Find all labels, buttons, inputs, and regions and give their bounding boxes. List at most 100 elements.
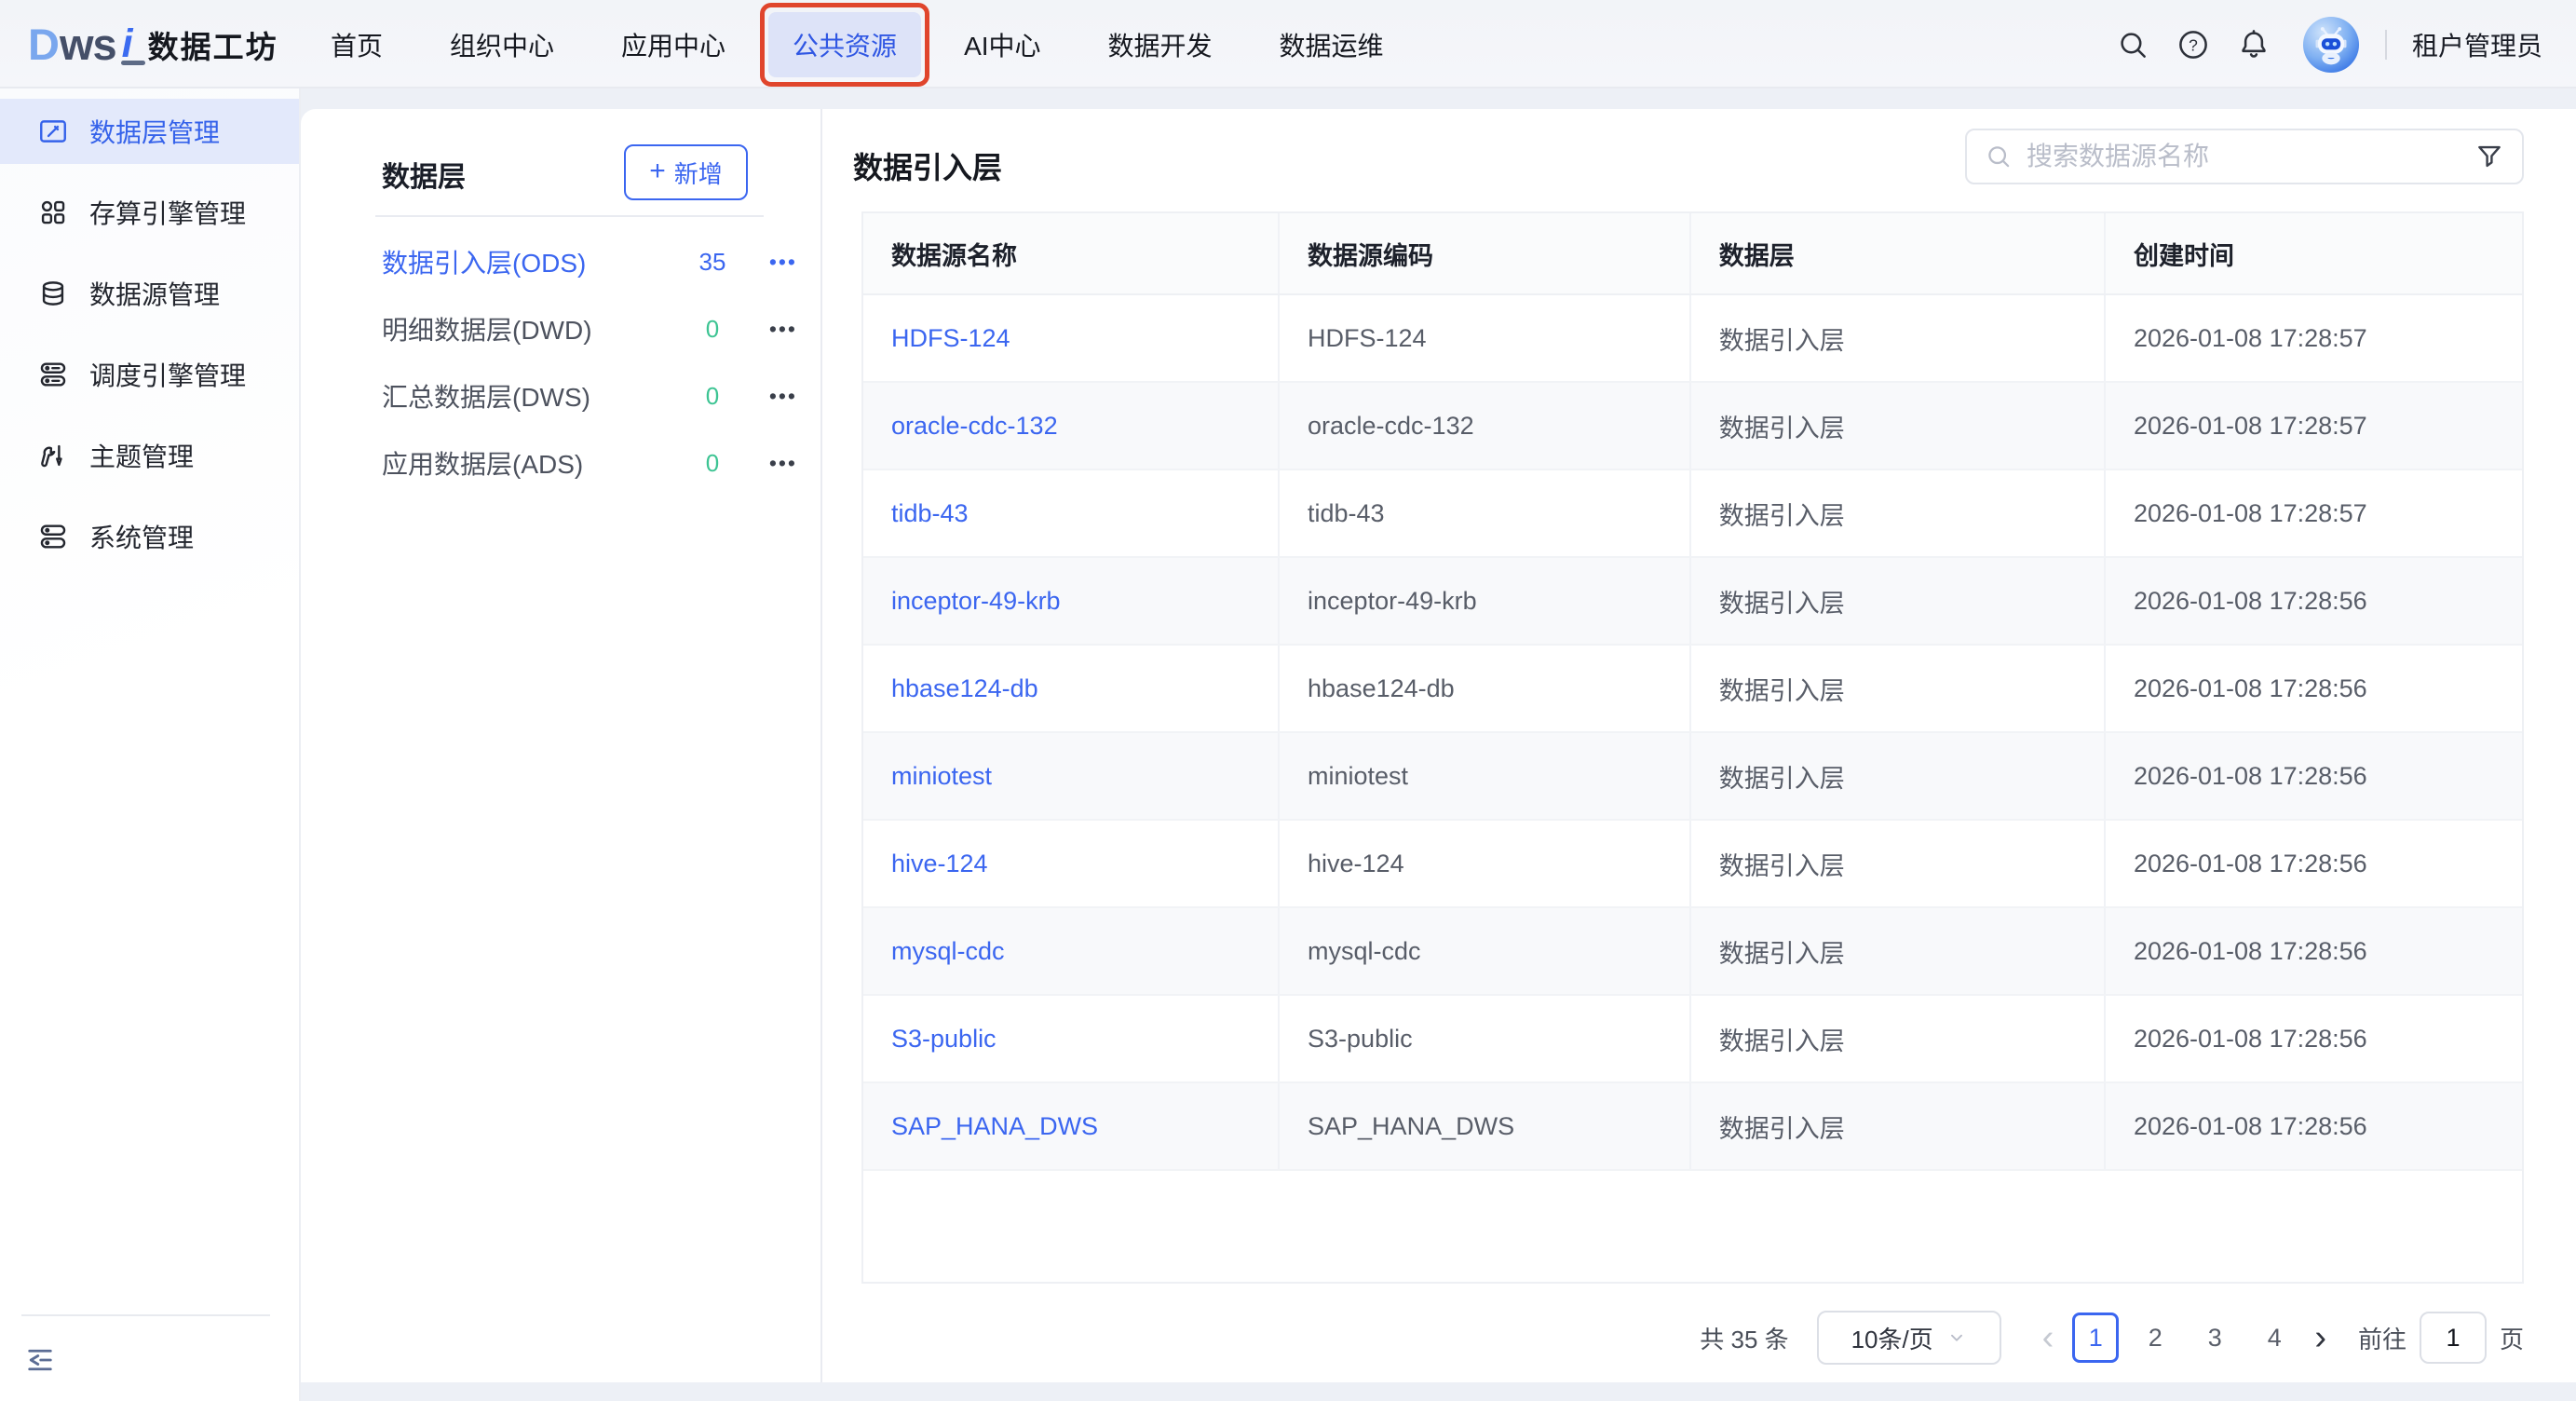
prev-page-button[interactable]: ‹ [2037, 1320, 2060, 1355]
datasource-code-cell: S3-public [1280, 996, 1691, 1081]
more-actions-icon[interactable]: ••• [743, 317, 797, 342]
app-logo[interactable]: D ws i 数据工坊 [28, 0, 278, 88]
help-glyph: ? [2189, 35, 2198, 54]
table-row: S3-public S3-public 数据引入层 2026-01-08 17:… [863, 996, 2522, 1083]
pagination-bar: 共 35 条 10条/页 ‹ 1 2 3 4 › 前往 页 [1700, 1309, 2524, 1367]
datasource-code-cell: oracle-cdc-132 [1280, 383, 1691, 469]
layer-item-dws[interactable]: 汇总数据层(DWS) 0 ••• [382, 362, 797, 429]
layer-count-badge: 0 [682, 382, 743, 411]
more-actions-icon[interactable]: ••• [743, 451, 797, 476]
filter-funnel-icon[interactable] [2474, 141, 2505, 172]
layers-panel-title: 数据层 [382, 154, 466, 195]
data-layer-cell: 数据引入层 [1691, 1083, 2106, 1169]
datasource-name-link[interactable]: SAP_HANA_DWS [891, 1112, 1098, 1141]
layer-item-dwd[interactable]: 明细数据层(DWD) 0 ••• [382, 295, 797, 362]
created-time-cell: 2026-01-08 17:28:56 [2106, 733, 2522, 819]
created-time-cell: 2026-01-08 17:28:57 [2106, 295, 2522, 381]
datasource-code-cell: SAP_HANA_DWS [1280, 1083, 1691, 1169]
data-layer-cell: 数据引入层 [1691, 733, 2106, 819]
logo-letters-ws: ws [60, 19, 116, 70]
created-time-cell: 2026-01-08 17:28:56 [2106, 821, 2522, 906]
search-icon[interactable] [2115, 27, 2150, 62]
goto-page-input[interactable] [2420, 1312, 2487, 1364]
nav-item-org-center[interactable]: 组织中心 [450, 26, 554, 63]
page-button-2[interactable]: 2 [2132, 1313, 2178, 1363]
datasource-name-link[interactable]: inceptor-49-krb [891, 587, 1061, 616]
user-avatar[interactable] [2302, 16, 2360, 74]
created-time-cell: 2026-01-08 17:28:57 [2106, 470, 2522, 556]
datasource-name-link[interactable]: S3-public [891, 1025, 997, 1054]
sidebar-item-datasource-mgmt[interactable]: 数据源管理 [0, 261, 299, 326]
next-page-button[interactable]: › [2309, 1320, 2332, 1355]
datasource-name-link[interactable]: miniotest [891, 762, 992, 791]
datasource-code-cell: miniotest [1280, 733, 1691, 819]
nav-item-data-dev[interactable]: 数据开发 [1108, 26, 1213, 63]
sidebar-item-storage-compute-engine[interactable]: 存算引擎管理 [0, 180, 299, 245]
page-unit-label: 页 [2500, 1321, 2524, 1355]
sidebar-item-label: 数据源管理 [89, 275, 220, 312]
datasource-name-link[interactable]: hive-124 [891, 850, 988, 878]
datasource-name-link[interactable]: tidb-43 [891, 499, 969, 528]
goto-page-label: 前往 [2358, 1321, 2407, 1355]
datasource-name-link[interactable]: HDFS-124 [891, 324, 1010, 353]
datasource-name-link[interactable]: oracle-cdc-132 [891, 412, 1058, 441]
logo-letter-i: i [118, 21, 137, 67]
topbar-divider [2385, 30, 2387, 60]
sidebar-item-data-layer-mgmt[interactable]: 数据层管理 [0, 99, 299, 164]
plus-icon: + [649, 157, 666, 185]
datasource-code-cell: hbase124-db [1280, 646, 1691, 731]
more-actions-icon[interactable]: ••• [743, 250, 797, 275]
layer-count-badge: 35 [682, 248, 743, 277]
nav-item-home[interactable]: 首页 [331, 26, 383, 63]
page-button-1[interactable]: 1 [2072, 1313, 2119, 1363]
data-layer-cell: 数据引入层 [1691, 470, 2106, 556]
data-layer-cell: 数据引入层 [1691, 295, 2106, 381]
help-icon[interactable]: ? [2176, 27, 2211, 62]
table-row: inceptor-49-krb inceptor-49-krb 数据引入层 20… [863, 558, 2522, 646]
layer-item-ods[interactable]: 数据引入层(ODS) 35 ••• [382, 228, 797, 295]
created-time-cell: 2026-01-08 17:28:57 [2106, 383, 2522, 469]
page-size-select[interactable]: 10条/页 [1817, 1311, 2001, 1365]
sidebar-item-system-mgmt[interactable]: 系统管理 [0, 504, 299, 569]
created-time-cell: 2026-01-08 17:28:56 [2106, 1083, 2522, 1169]
datasource-name-link[interactable]: mysql-cdc [891, 937, 1005, 966]
collapse-sidebar-icon[interactable] [23, 1343, 57, 1377]
datasource-code-cell: hive-124 [1280, 821, 1691, 906]
table-row: tidb-43 tidb-43 数据引入层 2026-01-08 17:28:5… [863, 470, 2522, 558]
edit-square-icon [37, 116, 69, 147]
sidebar-item-label: 数据层管理 [89, 113, 220, 150]
database-icon [37, 278, 69, 309]
datasource-content: 数据引入层 数据源名称 数据源编码 数据层 创建时间 [822, 109, 2576, 1382]
created-time-cell: 2026-01-08 17:28:56 [2106, 996, 2522, 1081]
layer-item-ads[interactable]: 应用数据层(ADS) 0 ••• [382, 429, 797, 496]
page-button-3[interactable]: 3 [2191, 1313, 2238, 1363]
datasource-name-link[interactable]: hbase124-db [891, 674, 1038, 703]
datasource-search-box [1965, 129, 2524, 184]
server-stack-icon [37, 521, 69, 552]
bell-icon[interactable] [2236, 27, 2271, 62]
data-layers-panel: 数据层 + 新增 数据引入层(ODS) 35 ••• 明细数据层(DWD) 0 … [301, 109, 822, 1382]
sidebar-item-scheduler-engine-mgmt[interactable]: 调度引擎管理 [0, 342, 299, 407]
datasource-table: 数据源名称 数据源编码 数据层 创建时间 HDFS-124 HDFS-124 数… [861, 211, 2524, 1284]
nav-item-public-resources[interactable]: 公共资源 [793, 26, 897, 63]
primary-nav: 首页 组织中心 应用中心 公共资源 AI中心 数据开发 数据运维 [331, 0, 1384, 88]
nav-item-app-center[interactable]: 应用中心 [621, 26, 725, 63]
topbar: D ws i 数据工坊 首页 组织中心 应用中心 公共资源 AI中心 数据开发 … [0, 0, 2576, 88]
sidebar-item-theme-mgmt[interactable]: 主题管理 [0, 423, 299, 488]
page-button-4[interactable]: 4 [2251, 1313, 2298, 1363]
sidebar-item-label: 存算引擎管理 [89, 194, 246, 231]
nav-item-data-ops[interactable]: 数据运维 [1280, 26, 1384, 63]
layer-count-badge: 0 [682, 449, 743, 478]
table-row: HDFS-124 HDFS-124 数据引入层 2026-01-08 17:28… [863, 295, 2522, 383]
datasource-code-cell: mysql-cdc [1280, 908, 1691, 994]
data-layer-cell: 数据引入层 [1691, 646, 2106, 731]
data-layer-cell: 数据引入层 [1691, 908, 2106, 994]
app-root: D ws i 数据工坊 首页 组织中心 应用中心 公共资源 AI中心 数据开发 … [0, 0, 2576, 1401]
column-header-created: 创建时间 [2106, 213, 2522, 293]
datasource-code-cell: HDFS-124 [1280, 295, 1691, 381]
more-actions-icon[interactable]: ••• [743, 384, 797, 409]
search-icon [1984, 142, 2013, 171]
nav-item-ai-center[interactable]: AI中心 [964, 26, 1040, 63]
add-layer-button[interactable]: + 新增 [624, 144, 748, 200]
search-input[interactable] [2027, 142, 2474, 171]
